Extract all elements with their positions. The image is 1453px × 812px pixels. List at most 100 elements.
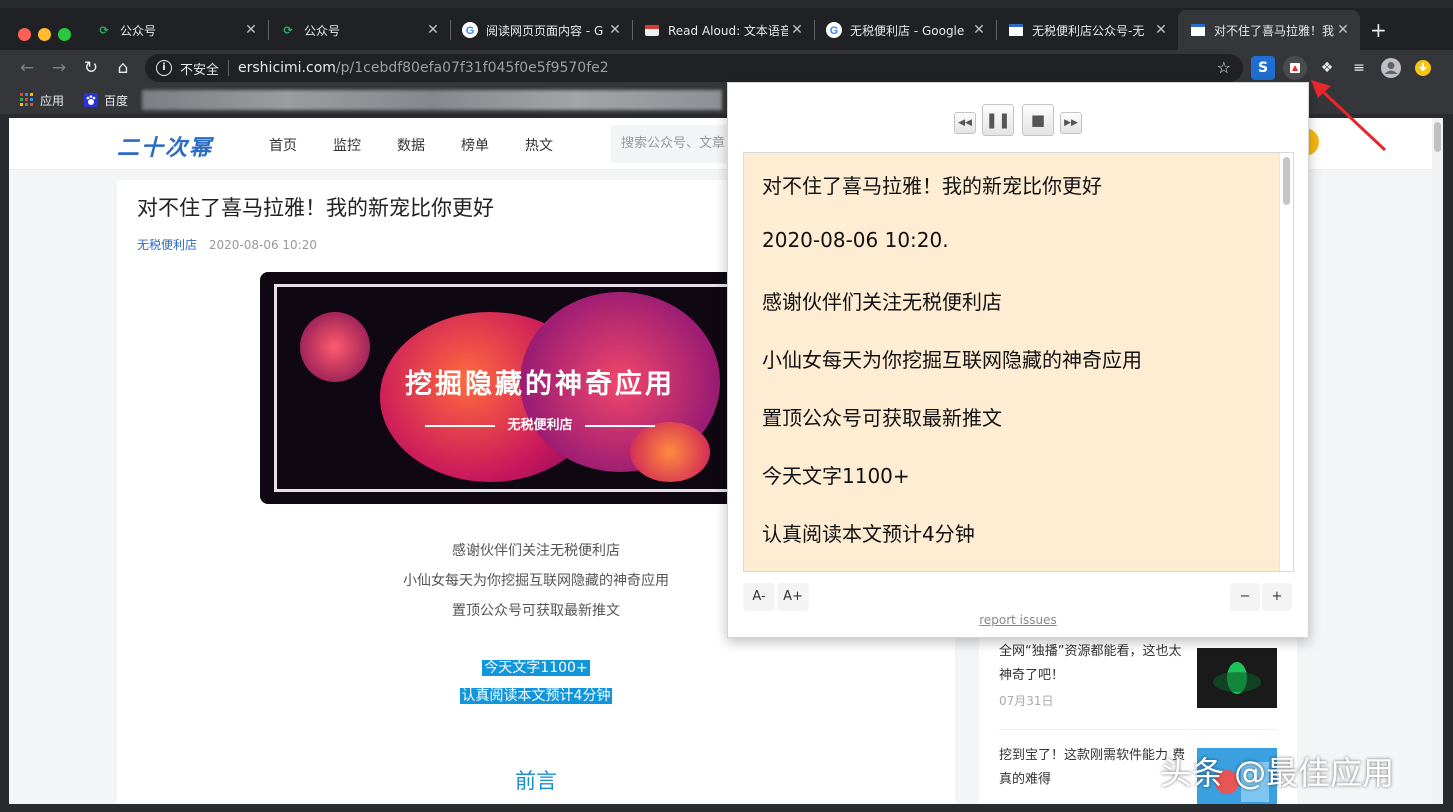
watermark: 头条 @最佳应用 bbox=[1160, 754, 1395, 792]
google-icon: G bbox=[826, 22, 842, 38]
tab-2[interactable]: ⟳ 公众号 ✕ bbox=[268, 10, 450, 50]
tab-5[interactable]: G 无税便利店 - Google ✕ bbox=[814, 10, 996, 50]
reading-text-panel[interactable]: 对不住了喜马拉雅！我的新宠比你更好 2020-08-06 10:20. 感谢伙伴… bbox=[743, 152, 1294, 572]
bookmark-label: 应用 bbox=[40, 93, 65, 108]
tab-label: Read Aloud: 文本语音 bbox=[668, 23, 788, 38]
nav-data[interactable]: 数据 bbox=[397, 135, 425, 155]
reading-line: 小仙女每天为你挖掘互联网隐藏的神奇应用 bbox=[762, 348, 1142, 372]
nav-hot-articles[interactable]: 热文 bbox=[525, 135, 553, 155]
article-title: 对不住了喜马拉雅！我的新宠比你更好 bbox=[137, 196, 494, 220]
highlighted-line: 今天文字1100+ bbox=[117, 657, 955, 677]
tab-1[interactable]: ⟳ 公众号 ✕ bbox=[84, 10, 268, 50]
url-host: ershicimi.com bbox=[238, 60, 336, 76]
extensions-puzzle-icon[interactable]: ❖ bbox=[1315, 56, 1339, 80]
nav-monitor[interactable]: 监控 bbox=[333, 135, 361, 155]
page-icon bbox=[1190, 22, 1206, 38]
article-meta: 无税便利店 2020-08-06 10:20 bbox=[137, 236, 317, 253]
tab-label: 公众号 bbox=[120, 23, 157, 38]
home-icon[interactable]: ⌂ bbox=[112, 57, 134, 79]
article-author[interactable]: 无税便利店 bbox=[137, 238, 197, 252]
profile-avatar-icon[interactable] bbox=[1379, 56, 1403, 80]
nav-rankings[interactable]: 榜单 bbox=[461, 135, 489, 155]
close-tab-icon[interactable]: ✕ bbox=[242, 22, 260, 38]
pause-button[interactable]: ❚❚ bbox=[982, 104, 1014, 136]
article-date: 2020-08-06 10:20 bbox=[208, 238, 317, 252]
font-larger-button[interactable]: A+ bbox=[777, 583, 809, 611]
close-tab-icon[interactable]: ✕ bbox=[424, 22, 442, 38]
new-tab-button[interactable]: + bbox=[1370, 18, 1387, 42]
page-scrollbar[interactable] bbox=[1432, 118, 1443, 804]
apps-grid-icon bbox=[20, 93, 34, 107]
sidebar-thumbnail[interactable] bbox=[1197, 648, 1277, 708]
red-arrow-annotation bbox=[1311, 80, 1387, 152]
address-bar[interactable]: i 不安全 ershicimi.com /p/1cebdf80efa07f31f… bbox=[145, 54, 1243, 82]
divider bbox=[999, 729, 1277, 730]
bookmark-label: 百度 bbox=[104, 93, 129, 108]
update-icon[interactable] bbox=[1411, 56, 1435, 80]
back-arrow-icon[interactable]: ← bbox=[16, 57, 38, 79]
bookmark-apps[interactable]: 应用 bbox=[20, 91, 64, 109]
font-smaller-button[interactable]: A- bbox=[743, 583, 775, 611]
close-tab-icon[interactable]: ✕ bbox=[1334, 22, 1352, 38]
report-issues-link[interactable]: report issues bbox=[728, 613, 1308, 627]
info-icon[interactable]: i bbox=[156, 60, 172, 76]
google-icon: G bbox=[462, 22, 478, 38]
minimize-window-button[interactable] bbox=[38, 28, 51, 41]
reader-scrollbar-thumb[interactable] bbox=[1283, 157, 1290, 205]
rate-up-button[interactable]: + bbox=[1262, 583, 1292, 611]
toolbar: ← → ↻ ⌂ i 不安全 ershicimi.com /p/1cebdf80e… bbox=[0, 50, 1453, 86]
tab-label: 阅读网页页面内容 - G bbox=[486, 23, 604, 38]
forward-arrow-icon[interactable]: → bbox=[48, 57, 70, 79]
reading-line: 感谢伙伴们关注无税便利店 bbox=[762, 290, 1002, 314]
reader-scrollbar[interactable] bbox=[1279, 153, 1293, 571]
forward-button[interactable]: ▶▶ bbox=[1060, 112, 1082, 134]
reading-line: 2020-08-06 10:20. bbox=[762, 228, 949, 252]
read-aloud-icon bbox=[644, 22, 660, 38]
close-tab-icon[interactable]: ✕ bbox=[788, 22, 806, 38]
reading-line: 置顶公众号可获取最新推文 bbox=[762, 406, 1002, 430]
close-tab-icon[interactable]: ✕ bbox=[606, 22, 624, 38]
stop-button[interactable]: ■ bbox=[1022, 104, 1054, 136]
section-heading: 前言 bbox=[515, 769, 557, 793]
tab-label: 公众号 bbox=[304, 23, 341, 38]
highlighted-text: 认真阅读本文预计4分钟 bbox=[459, 688, 613, 704]
s-extension-icon[interactable]: S bbox=[1251, 56, 1275, 80]
baidu-paw-icon bbox=[84, 93, 98, 107]
tab-7-active[interactable]: 对不住了喜马拉雅！我 ✕ bbox=[1178, 10, 1360, 50]
maximize-window-button[interactable] bbox=[58, 28, 71, 41]
tab-6[interactable]: 无税便利店公众号-无 ✕ bbox=[996, 10, 1178, 50]
bookmark-star-icon[interactable]: ☆ bbox=[1217, 58, 1231, 77]
page-icon bbox=[1008, 22, 1024, 38]
tab-4[interactable]: Read Aloud: 文本语音 ✕ bbox=[632, 10, 814, 50]
read-aloud-popup: ◀◀ ❚❚ ■ ▶▶ 对不住了喜马拉雅！我的新宠比你更好 2020-08-06 … bbox=[727, 82, 1309, 638]
url-path: /p/1cebdf80efa07f31f045f0e5f9570fe2 bbox=[335, 60, 609, 76]
sidebar-article-title[interactable]: 全网“独播”资源都能看，这也太神奇了吧！ bbox=[999, 640, 1189, 688]
browser-window: ⟳ 公众号 ✕ ⟳ 公众号 ✕ G 阅读网页页面内容 - G ✕ Read Al… bbox=[0, 0, 1453, 812]
highlighted-text: 今天文字1100+ bbox=[482, 660, 590, 676]
reload-icon[interactable]: ↻ bbox=[80, 57, 102, 79]
bookmark-baidu[interactable]: 百度 bbox=[84, 91, 128, 109]
close-window-button[interactable] bbox=[18, 28, 31, 41]
scrollbar-thumb[interactable] bbox=[1434, 122, 1441, 152]
tab-label: 对不住了喜马拉雅！我 bbox=[1214, 23, 1334, 38]
wechat-green-icon: ⟳ bbox=[99, 23, 109, 37]
close-tab-icon[interactable]: ✕ bbox=[1152, 22, 1170, 38]
rate-down-button[interactable]: − bbox=[1230, 583, 1260, 611]
highlighted-line: 认真阅读本文预计4分钟 bbox=[117, 685, 955, 705]
site-logo[interactable]: 二十次幂 bbox=[117, 130, 213, 162]
tab-label: 无税便利店公众号-无 bbox=[1032, 23, 1145, 38]
reading-line: 对不住了喜马拉雅！我的新宠比你更好 bbox=[762, 174, 1102, 198]
tab-3[interactable]: G 阅读网页页面内容 - G ✕ bbox=[450, 10, 632, 50]
security-label: 不安全 bbox=[180, 62, 220, 78]
reading-line: 今天文字1100+ bbox=[762, 464, 910, 488]
close-tab-icon[interactable]: ✕ bbox=[970, 22, 988, 38]
blurred-bookmarks bbox=[142, 90, 722, 110]
sidebar-article[interactable]: 全网“独播”资源都能看，这也太神奇了吧！ 07月31日 bbox=[999, 640, 1279, 709]
read-aloud-extension-icon[interactable] bbox=[1283, 56, 1307, 80]
media-queue-icon[interactable]: ≡ bbox=[1347, 56, 1371, 80]
rewind-button[interactable]: ◀◀ bbox=[954, 112, 976, 134]
nav-home[interactable]: 首页 bbox=[269, 135, 297, 155]
tab-label: 无税便利店 - Google bbox=[850, 23, 965, 38]
svg-text:G: G bbox=[466, 25, 475, 37]
reading-line: 认真阅读本文预计4分钟 bbox=[762, 522, 975, 546]
